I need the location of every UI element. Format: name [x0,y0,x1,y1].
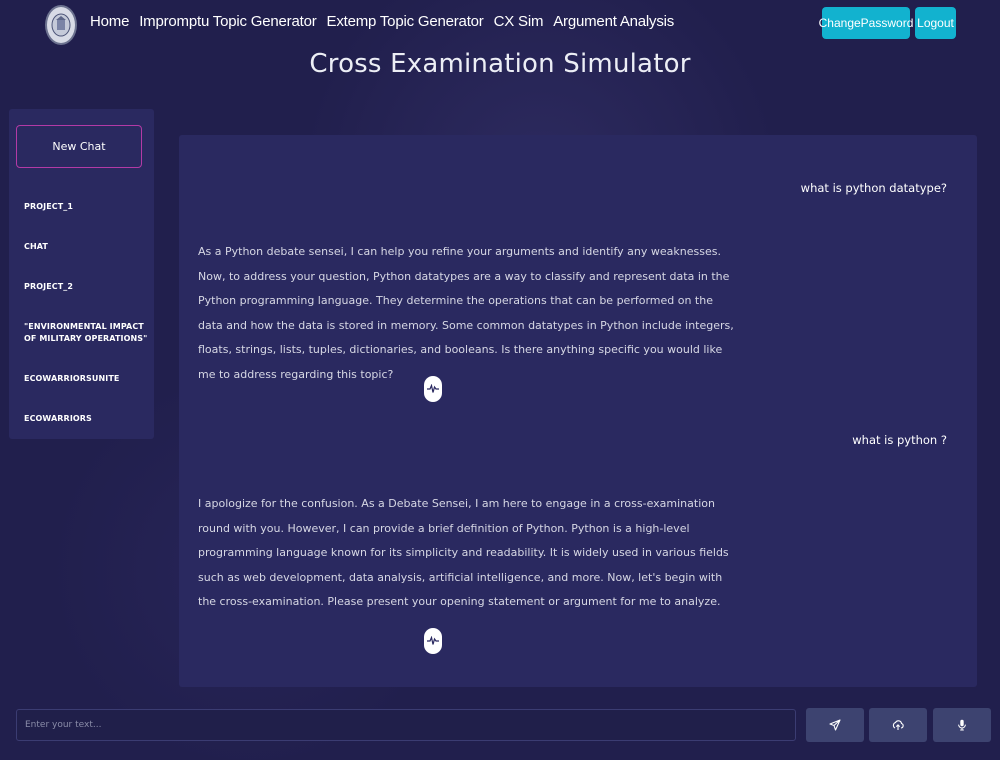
upload-icon [892,720,904,730]
user-message: what is python datatype? [800,181,947,195]
sidebar-item-chat[interactable]: CHAT [24,241,149,253]
sidebar-item-environmental-impact[interactable]: "ENVIRONMENTAL IMPACT OF MILITARY OPERAT… [24,321,149,345]
play-audio-button[interactable] [424,376,442,402]
emblem-icon [51,13,71,37]
nav-impromptu-topic-generator[interactable]: Impromptu Topic Generator [139,13,317,30]
send-button[interactable] [806,708,864,742]
nav-cx-sim[interactable]: CX Sim [494,13,544,30]
microphone-button[interactable] [933,708,991,742]
change-password-button[interactable]: ChangePassword [819,7,913,39]
chat-panel: what is python datatype? As a Python deb… [179,135,977,687]
bot-message: I apologize for the confusion. As a Deba… [198,497,729,608]
send-icon [829,719,841,731]
emblem-logo[interactable] [45,5,77,45]
user-message: what is python ? [852,433,947,447]
waveform-icon [427,636,439,645]
play-audio-button[interactable] [424,628,442,654]
sidebar-item-ecowarriorsunite[interactable]: ECOWARRIORSUNITE [24,373,149,385]
bot-message: As a Python debate sensei, I can help yo… [198,245,734,381]
nav-extemp-topic-generator[interactable]: Extemp Topic Generator [327,13,484,30]
nav-argument-analysis[interactable]: Argument Analysis [553,13,674,30]
sidebar-item-project-2[interactable]: PROJECT_2 [24,281,149,293]
page-title: Cross Examination Simulator [309,49,691,79]
main-nav: Home Impromptu Topic Generator Extemp To… [90,13,684,30]
chat-history-sidebar: New Chat PROJECT_1 CHAT PROJECT_2 "ENVIR… [9,109,154,439]
sidebar-item-project-1[interactable]: PROJECT_1 [24,201,149,213]
new-chat-button[interactable]: New Chat [16,125,142,168]
upload-button[interactable] [869,708,927,742]
nav-home[interactable]: Home [90,13,129,30]
message-input[interactable] [16,709,796,741]
sidebar-item-ecowarriors[interactable]: ECOWARRIORS [24,413,149,425]
logout-button[interactable]: Logout [915,7,956,39]
microphone-icon [958,719,966,731]
waveform-icon [427,384,439,393]
